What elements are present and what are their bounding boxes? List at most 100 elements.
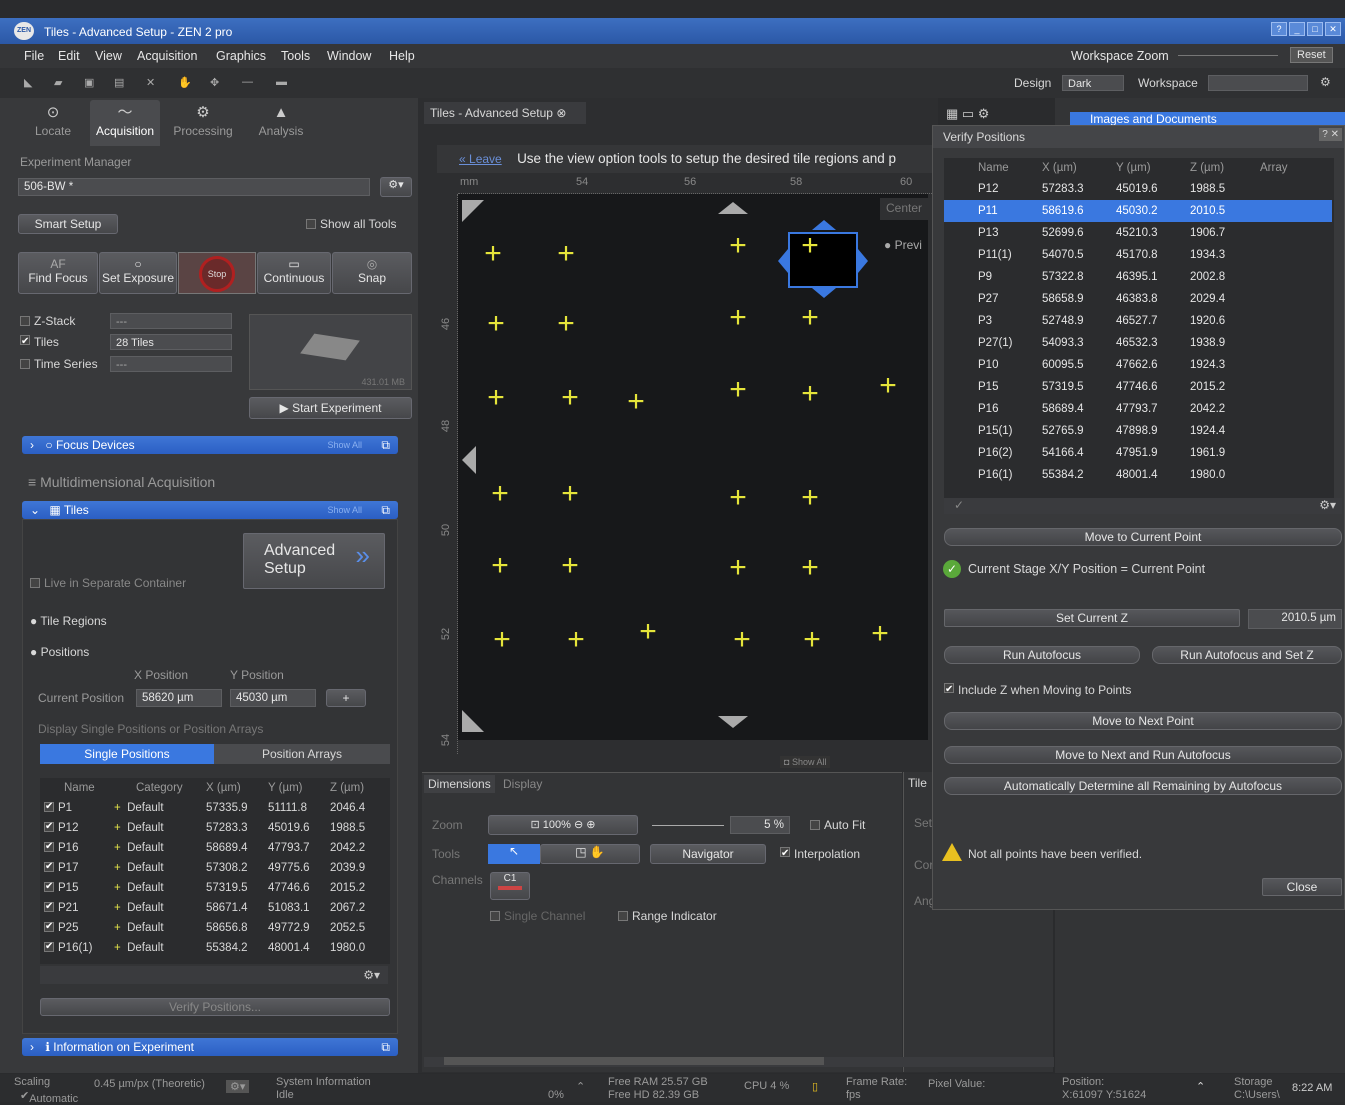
hand-icon[interactable]: ✋ — [178, 76, 192, 89]
tiles-header[interactable]: ⌄ ▦ Tiles Show All ⧉ — [22, 501, 398, 519]
row-checkbox[interactable]: P21 — [40, 898, 110, 918]
verify-positions-button[interactable]: Verify Positions... — [40, 998, 390, 1016]
table-row[interactable]: P11(1) 54070.5 45170.8 1934.3 — [944, 244, 1332, 266]
smart-setup-button[interactable]: Smart Setup — [18, 214, 118, 234]
move-current-button[interactable]: Move to Current Point — [944, 528, 1342, 546]
scroll-down-arrow[interactable] — [718, 716, 748, 728]
menu-graphics[interactable]: Graphics — [216, 49, 266, 63]
row-checkbox[interactable]: P12 — [40, 818, 110, 838]
tab-position-arrays[interactable]: Position Arrays — [214, 744, 390, 764]
tile-canvas[interactable]: + + + + + + + + + + + + + + + + + + + + + + + + + + + + — [458, 194, 928, 740]
table-row[interactable]: P11 58619.6 45030.2 2010.5 — [944, 200, 1332, 222]
continuous-button[interactable]: ▭ Continuous — [257, 252, 331, 294]
minimize-button[interactable]: _ — [1289, 22, 1305, 36]
time-series-checkbox[interactable]: Time Series — [20, 357, 98, 371]
stop-button[interactable]: Stop — [178, 252, 256, 294]
focus-devices-header[interactable]: › ○ Focus Devices Show All ⧉ — [22, 436, 398, 454]
tile-marker[interactable]: + — [795, 379, 825, 409]
open-icon[interactable]: ▰ — [54, 76, 68, 89]
table-row[interactable]: P25 + Default 58656.8 49772.9 2052.5 — [40, 918, 380, 938]
single-channel-checkbox[interactable]: Single Channel — [490, 909, 585, 923]
menu-edit[interactable]: Edit — [58, 49, 80, 63]
center-button[interactable]: Center — [880, 198, 936, 220]
tab-analysis[interactable]: ▲ Analysis — [246, 100, 316, 146]
close-tab-icon[interactable]: ⊗ — [556, 106, 566, 120]
info-experiment-header[interactable]: › ℹ Information on Experiment ⧉ — [22, 1038, 398, 1056]
run-autofocus-button[interactable]: Run Autofocus — [944, 646, 1140, 664]
menu-help[interactable]: Help — [389, 49, 415, 63]
tile-marker[interactable]: + — [723, 375, 753, 405]
automatic-checkbox[interactable]: ✔ Automatic — [20, 1089, 78, 1105]
table-row[interactable]: P10 60095.5 47662.6 1924.3 — [944, 354, 1332, 376]
show-all-toggle[interactable]: ◘ Show All — [780, 756, 831, 768]
menu-tools[interactable]: Tools — [281, 49, 310, 63]
chevron-up-icon[interactable]: ⌃ — [1196, 1080, 1205, 1093]
select-tool-button[interactable]: ↖ — [488, 844, 540, 864]
tile-marker[interactable]: + — [723, 483, 753, 513]
row-checkbox[interactable]: P17 — [40, 858, 110, 878]
tile-handle[interactable] — [858, 249, 868, 273]
channel-c1-button[interactable]: C1 — [490, 872, 530, 900]
range-indicator-checkbox[interactable]: Range Indicator — [618, 909, 717, 923]
gear-icon[interactable]: ⚙▾ — [1319, 498, 1336, 512]
preview-toggle[interactable]: ● Previ — [884, 238, 922, 252]
tile-marker[interactable]: + — [797, 625, 827, 655]
table-row[interactable]: P13 52699.6 45210.3 1906.7 — [944, 222, 1332, 244]
scroll-up-arrow[interactable] — [718, 202, 748, 214]
tile-marker[interactable]: + — [481, 383, 511, 413]
tab-dimensions[interactable]: Dimensions — [424, 775, 495, 793]
pointer-icon[interactable]: ◣ — [24, 76, 38, 89]
tile-marker[interactable]: + — [621, 387, 651, 417]
row-checkbox[interactable]: P1 — [40, 798, 110, 818]
row-checkbox[interactable]: P25 — [40, 918, 110, 938]
auto-determine-button[interactable]: Automatically Determine all Remaining by… — [944, 777, 1342, 795]
tile-handle[interactable] — [812, 288, 836, 298]
dialog-close-icon[interactable]: ? ✕ — [1319, 128, 1342, 141]
tile-marker[interactable]: + — [727, 625, 757, 655]
experiment-select[interactable]: 506-BW * — [18, 178, 370, 196]
tile-marker[interactable]: + — [555, 383, 585, 413]
table-row[interactable]: P21 + Default 58671.4 51083.1 2067.2 — [40, 898, 380, 918]
tile-marker[interactable]: + — [561, 625, 591, 655]
tile-marker[interactable]: + — [555, 551, 585, 581]
menu-acquisition[interactable]: Acquisition — [137, 49, 197, 63]
table-row[interactable]: P27 58658.9 46383.8 2029.4 — [944, 288, 1332, 310]
menu-view[interactable]: View — [95, 49, 122, 63]
table-row[interactable]: P12 + Default 57283.3 45019.6 1988.5 — [40, 818, 380, 838]
tile-marker[interactable]: + — [873, 371, 903, 401]
view-options-icons[interactable]: ▦ ▭ ⚙ — [946, 106, 989, 122]
tile-marker[interactable]: + — [487, 625, 517, 655]
reset-button[interactable]: Reset — [1290, 47, 1333, 63]
tile-marker[interactable]: + — [795, 553, 825, 583]
tile-marker[interactable]: + — [795, 483, 825, 513]
x-position-field[interactable]: 58620 µm — [136, 689, 222, 707]
live-separate-checkbox[interactable]: Live in Separate Container — [30, 576, 186, 590]
table-row[interactable]: P15 57319.5 47746.6 2015.2 — [944, 376, 1332, 398]
table-row[interactable]: P16 58689.4 47793.7 2042.2 — [944, 398, 1332, 420]
set-exposure-button[interactable]: ○ Set Exposure — [99, 252, 177, 294]
tab-processing[interactable]: ⚙ Processing — [168, 100, 238, 146]
table-row[interactable]: P16(2) 54166.4 47951.9 1961.9 — [944, 442, 1332, 464]
tile-handle[interactable] — [778, 249, 788, 273]
table-row[interactable]: P15(1) 52765.9 47898.9 1924.4 — [944, 420, 1332, 442]
tiles-checkbox[interactable]: Tiles — [20, 335, 59, 349]
table-row[interactable]: P9 57322.8 46395.1 2002.8 — [944, 266, 1332, 288]
tab-acquisition[interactable]: 〜 Acquisition — [90, 100, 160, 146]
table-row[interactable]: P16 + Default 58689.4 47793.7 2042.2 — [40, 838, 380, 858]
add-position-button[interactable]: + — [326, 689, 366, 707]
draw-tools-button[interactable]: ◳ ✋ — [540, 844, 640, 864]
row-checkbox[interactable]: P16(1) — [40, 938, 110, 958]
table-row[interactable]: P1 + Default 57335.9 51111.8 2046.4 — [40, 798, 380, 818]
tile-marker[interactable]: + — [723, 231, 753, 261]
workspace-select[interactable] — [1208, 75, 1308, 91]
tile-marker[interactable]: + — [795, 231, 825, 261]
table-row[interactable]: P17 + Default 57308.2 49775.6 2039.9 — [40, 858, 380, 878]
set-current-z-button[interactable]: Set Current Z — [944, 609, 1240, 627]
tile-regions-toggle[interactable]: ● Tile Regions — [30, 614, 107, 628]
close-window-button[interactable]: ✕ — [1325, 22, 1341, 36]
tile-marker[interactable]: + — [478, 239, 508, 269]
tile-marker[interactable]: + — [865, 619, 895, 649]
interpolation-checkbox[interactable]: Interpolation — [780, 847, 860, 861]
zoom-value[interactable]: 5 % — [730, 816, 790, 834]
tile-marker[interactable]: + — [485, 479, 515, 509]
